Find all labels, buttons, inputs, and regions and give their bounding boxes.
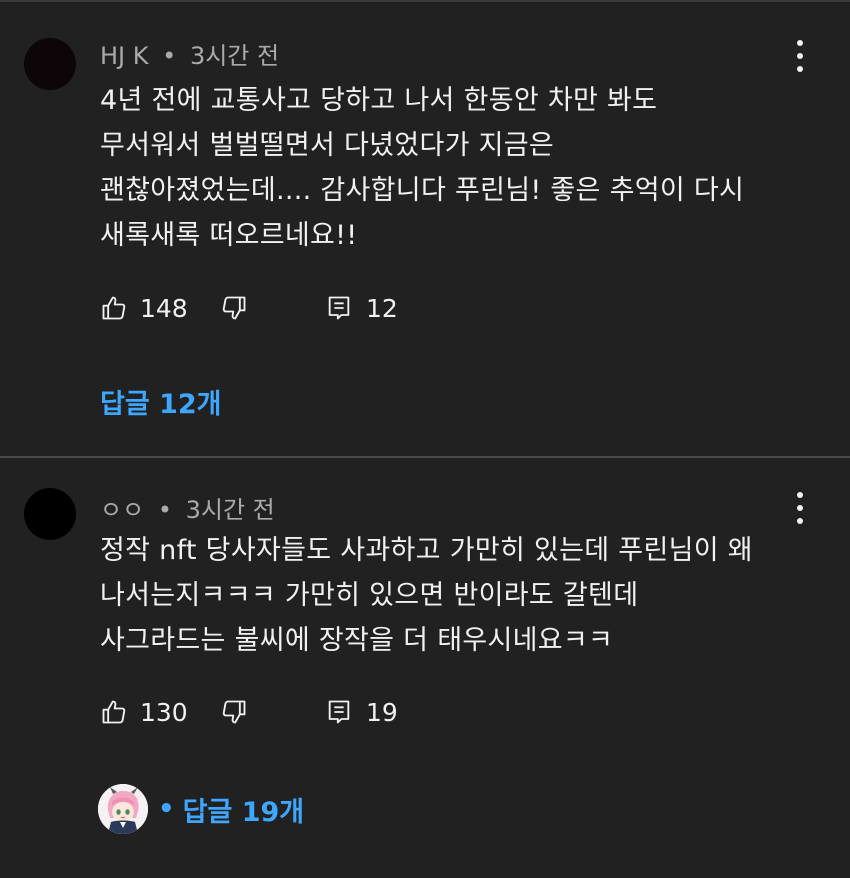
meta-separator: • (157, 496, 172, 524)
like-button[interactable] (100, 698, 128, 726)
comment-actions: 130 19 (100, 694, 398, 730)
dislike-button[interactable] (220, 294, 248, 322)
thumb-up-icon (102, 700, 126, 724)
comment-line: 정작 nft 당사자들도 사과하고 가만히 있는데 푸린님이 왜 (100, 535, 753, 566)
like-count: 130 (140, 697, 188, 727)
comment-icon (328, 296, 350, 320)
comment-actions: 148 12 (100, 290, 398, 326)
author-name[interactable]: ㅇㅇ (100, 496, 144, 524)
thumb-down-icon (222, 296, 246, 320)
like-button[interactable] (100, 294, 128, 322)
like-count: 148 (140, 293, 188, 323)
reply-count: 19 (366, 697, 398, 727)
view-replies-link[interactable]: 답글 12개 (100, 382, 222, 421)
thumb-down-icon (222, 700, 246, 724)
more-vert-icon[interactable] (788, 490, 812, 526)
comment-line: 나서는지ㅋㅋㅋ 가만히 있으면 반이라도 갈텐데 (100, 580, 639, 611)
comment-meta: ㅇㅇ • 3시간 전 (100, 490, 275, 525)
meta-separator: • (162, 42, 177, 70)
thumb-up-icon (102, 296, 126, 320)
author-name[interactable]: HJ K (100, 42, 149, 70)
avatar[interactable] (24, 488, 76, 540)
comment-line: 새록새록 떠오르네요!! (100, 220, 358, 251)
comment-text: 정작 nft 당사자들도 사과하고 가만히 있는데 푸린님이 왜 나서는지ㅋㅋㅋ… (100, 528, 820, 663)
comment-thread: ㅇㅇ • 3시간 전 정작 nft 당사자들도 사과하고 가만히 있는데 푸린님… (0, 458, 850, 878)
dislike-button[interactable] (220, 698, 248, 726)
comment-line: 괜찮아졌었는데.... 감사합니다 푸린님! 좋은 추억이 다시 (100, 175, 745, 206)
comment-line: 사그라드는 불씨에 장작을 더 태우시네요ㅋㅋ (100, 625, 614, 656)
comment-line: 4년 전에 교통사고 당하고 나서 한동안 차만 봐도 (100, 85, 658, 116)
comment-meta: HJ K • 3시간 전 (100, 36, 279, 71)
reply-button[interactable] (326, 294, 352, 322)
comments-page: HJ K • 3시간 전 4년 전에 교통사고 당하고 나서 한동안 차만 봐도… (0, 0, 850, 878)
timestamp: 3시간 전 (185, 496, 275, 524)
reply-count: 12 (366, 293, 398, 323)
comment-text: 4년 전에 교통사고 당하고 나서 한동안 차만 봐도 무서워서 벌벌떨면서 다… (100, 78, 820, 258)
view-replies-link[interactable]: 답글 19개 (183, 790, 305, 829)
more-vert-icon[interactable] (788, 38, 812, 74)
comment-icon (328, 700, 350, 724)
avatar[interactable] (24, 38, 76, 90)
comment-thread: HJ K • 3시간 전 4년 전에 교통사고 당하고 나서 한동안 차만 봐도… (0, 0, 850, 456)
creator-replies-row[interactable]: • 답글 19개 (98, 784, 304, 834)
creator-avatar (98, 784, 148, 834)
reply-button[interactable] (326, 698, 352, 726)
anime-character-avatar-icon (98, 784, 148, 834)
timestamp: 3시간 전 (189, 42, 280, 70)
comment-line: 무서워서 벌벌떨면서 다녔었다가 지금은 (100, 130, 555, 161)
replies-separator: • (158, 794, 175, 824)
